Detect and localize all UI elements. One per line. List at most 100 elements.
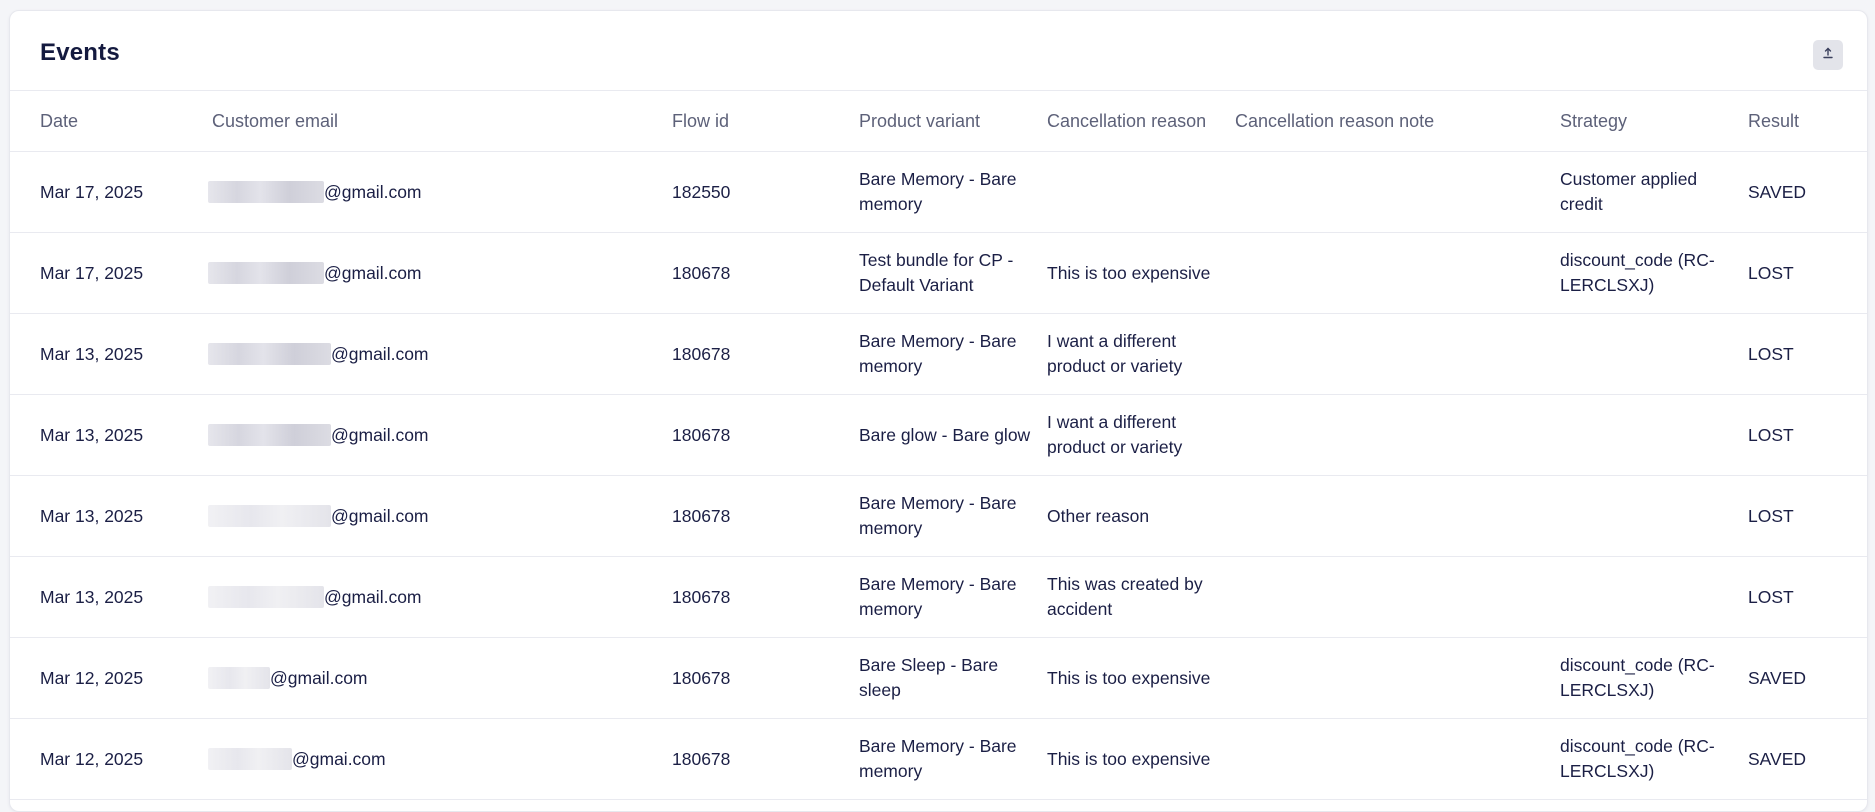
date-cell: Mar 13, 2025 [10, 475, 212, 557]
redacted-email [208, 586, 324, 608]
flow-id-cell: 180678 [672, 232, 859, 314]
cancellation-reason-cell: I want a different product or variety [1047, 394, 1235, 476]
result-cell: LOST [1748, 475, 1867, 557]
page-title: Events [40, 39, 120, 66]
table-row[interactable]: Mar 12, 2025 @gmai.com 180678 Bare Memor… [10, 718, 1867, 800]
column-header-strategy[interactable]: Strategy [1560, 91, 1748, 152]
product-variant-cell: Bare glow - Bare glow [859, 394, 1047, 476]
strategy-cell [1560, 394, 1748, 476]
result-cell: LOST [1748, 232, 1867, 314]
email-cell: @gmail.com [208, 394, 672, 476]
column-header-cancellation-reason-note[interactable]: Cancellation reason note [1235, 91, 1560, 152]
strategy-cell [1560, 556, 1748, 638]
strategy-cell: discount_code (RC-LERCLSXJ) [1560, 232, 1748, 314]
product-variant-cell: Bare Memory - Bare memory [859, 151, 1047, 233]
email-cell: @gmail.com [208, 232, 672, 314]
flow-id-cell: 180678 [672, 394, 859, 476]
column-header-product-variant[interactable]: Product variant [859, 91, 1047, 152]
table-row[interactable]: Mar 17, 2025 @gmail.com 182550 Bare Memo… [10, 151, 1867, 233]
flow-id-cell: 180678 [672, 556, 859, 638]
table-row[interactable]: Mar 13, 2025 @gmail.com 180678 Bare glow… [10, 394, 1867, 476]
cancellation-reason-cell [1047, 151, 1235, 233]
column-header-customer-email[interactable]: Customer email [212, 91, 672, 152]
email-suffix: @gmail.com [331, 343, 429, 364]
date-cell: Mar 13, 2025 [10, 313, 212, 395]
email-cell: @gmail.com [208, 313, 672, 395]
cancellation-reason-cell: This is too expensive [1047, 637, 1235, 719]
table-row[interactable]: Mar 13, 2025 @gmail.com 180678 Bare Memo… [10, 313, 1867, 395]
result-cell: LOST [1748, 556, 1867, 638]
table-row[interactable]: Mar 13, 2025 @gmail.com 180678 Bare Memo… [10, 556, 1867, 638]
email-cell: @gmail.com [208, 637, 672, 719]
result-cell: SAVED [1748, 151, 1867, 233]
date-cell: Mar 12, 2025 [10, 637, 212, 719]
cancellation-reason-note-cell [1235, 313, 1560, 395]
redacted-email [208, 343, 331, 365]
column-header-cancellation-reason[interactable]: Cancellation reason [1047, 91, 1235, 152]
product-variant-cell: Bare Memory - Bare memory [859, 718, 1047, 800]
email-suffix: @gmail.com [324, 262, 422, 283]
table-row[interactable]: Mar 13, 2025 @gmail.com 180678 Bare Memo… [10, 475, 1867, 557]
date-cell: Mar 17, 2025 [10, 151, 212, 233]
redacted-email [208, 505, 331, 527]
upload-icon [1822, 46, 1834, 64]
flow-id-cell: 182550 [672, 151, 859, 233]
events-card: Events Date Customer email Flow id Produ… [9, 10, 1868, 812]
events-table: Date Customer email Flow id Product vari… [10, 91, 1867, 800]
email-cell: @gmail.com [208, 475, 672, 557]
strategy-cell [1560, 475, 1748, 557]
flow-id-cell: 180678 [672, 637, 859, 719]
flow-id-cell: 180678 [672, 718, 859, 800]
strategy-cell: Customer applied credit [1560, 151, 1748, 233]
product-variant-cell: Bare Memory - Bare memory [859, 475, 1047, 557]
strategy-cell: discount_code (RC-LERCLSXJ) [1560, 637, 1748, 719]
cancellation-reason-cell: This was created by accident [1047, 556, 1235, 638]
column-header-date[interactable]: Date [10, 91, 212, 152]
redacted-email [208, 667, 270, 689]
email-suffix: @gmail.com [331, 505, 429, 526]
cancellation-reason-cell: This is too expensive [1047, 232, 1235, 314]
table-row[interactable]: Mar 12, 2025 @gmail.com 180678 Bare Slee… [10, 637, 1867, 719]
product-variant-cell: Bare Memory - Bare memory [859, 556, 1047, 638]
cancellation-reason-note-cell [1235, 151, 1560, 233]
cancellation-reason-note-cell [1235, 232, 1560, 314]
redacted-email [208, 262, 324, 284]
product-variant-cell: Test bundle for CP - Default Variant [859, 232, 1047, 314]
cancellation-reason-cell: I want a different product or variety [1047, 313, 1235, 395]
flow-id-cell: 180678 [672, 313, 859, 395]
cancellation-reason-note-cell [1235, 475, 1560, 557]
table-header-row: Date Customer email Flow id Product vari… [10, 91, 1867, 152]
strategy-cell: discount_code (RC-LERCLSXJ) [1560, 718, 1748, 800]
date-cell: Mar 17, 2025 [10, 232, 212, 314]
email-suffix: @gmail.com [270, 667, 368, 688]
email-suffix: @gmail.com [331, 424, 429, 445]
date-cell: Mar 12, 2025 [10, 718, 212, 800]
table-row[interactable]: Mar 17, 2025 @gmail.com 180678 Test bund… [10, 232, 1867, 314]
column-header-flow-id[interactable]: Flow id [672, 91, 859, 152]
date-cell: Mar 13, 2025 [10, 556, 212, 638]
cancellation-reason-note-cell [1235, 637, 1560, 719]
email-cell: @gmai.com [208, 718, 672, 800]
cancellation-reason-note-cell [1235, 718, 1560, 800]
redacted-email [208, 181, 324, 203]
redacted-email [208, 748, 292, 770]
result-cell: SAVED [1748, 718, 1867, 800]
redacted-email [208, 424, 331, 446]
strategy-cell [1560, 313, 1748, 395]
cancellation-reason-note-cell [1235, 556, 1560, 638]
email-suffix: @gmail.com [324, 181, 422, 202]
email-cell: @gmail.com [208, 151, 672, 233]
column-header-result[interactable]: Result [1748, 91, 1867, 152]
date-cell: Mar 13, 2025 [10, 394, 212, 476]
product-variant-cell: Bare Memory - Bare memory [859, 313, 1047, 395]
result-cell: SAVED [1748, 637, 1867, 719]
email-suffix: @gmai.com [292, 748, 386, 769]
result-cell: LOST [1748, 313, 1867, 395]
email-suffix: @gmail.com [324, 586, 422, 607]
card-header: Events [10, 11, 1867, 91]
cancellation-reason-note-cell [1235, 394, 1560, 476]
export-button[interactable] [1813, 40, 1843, 70]
cancellation-reason-cell: Other reason [1047, 475, 1235, 557]
cancellation-reason-cell: This is too expensive [1047, 718, 1235, 800]
product-variant-cell: Bare Sleep - Bare sleep [859, 637, 1047, 719]
